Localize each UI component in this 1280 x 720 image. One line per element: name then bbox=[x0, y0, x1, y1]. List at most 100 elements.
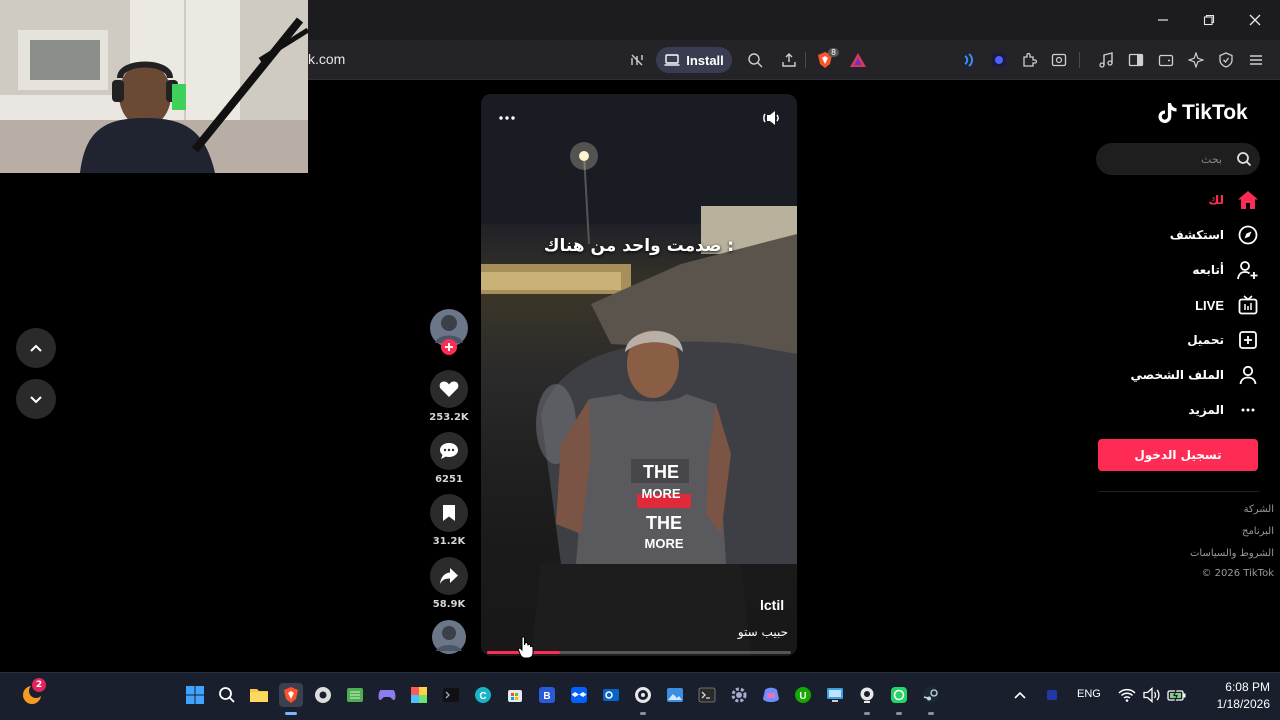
comment-action[interactable]: 6251 bbox=[430, 432, 468, 485]
taskbar-search-button[interactable] bbox=[215, 683, 239, 707]
reader-off-icon[interactable] bbox=[626, 50, 648, 70]
running-app-indicator bbox=[896, 712, 902, 715]
running-app-indicator bbox=[864, 712, 870, 715]
video-sound-button[interactable] bbox=[761, 109, 781, 131]
share-action[interactable]: 58.9K bbox=[430, 557, 468, 610]
search-button[interactable] bbox=[1236, 151, 1252, 171]
taskbar-app-terminal-dark[interactable] bbox=[439, 683, 463, 707]
share-page-icon[interactable] bbox=[778, 50, 800, 70]
system-clock[interactable]: 6:08 PM 1/18/2026 bbox=[1190, 679, 1270, 713]
save-button[interactable] bbox=[430, 494, 468, 532]
sidebar-item-label: الملف الشخصي bbox=[1130, 368, 1224, 382]
sidebar-item-live[interactable]: LIVE bbox=[1100, 291, 1260, 319]
video-player[interactable]: THE MORE THE MORE bbox=[481, 94, 797, 656]
sidebar-item-profile[interactable]: الملف الشخصي bbox=[1100, 361, 1260, 389]
author-avatar[interactable] bbox=[430, 309, 468, 355]
taskbar-app-chrome[interactable] bbox=[311, 683, 335, 707]
comment-button[interactable] bbox=[430, 432, 468, 470]
restore-button[interactable] bbox=[1197, 8, 1221, 32]
close-button[interactable] bbox=[1243, 8, 1267, 32]
reader-mode-icon[interactable] bbox=[1048, 50, 1070, 70]
sidebar-item-explore[interactable]: استكشف bbox=[1100, 221, 1260, 249]
brave-rewards-icon[interactable] bbox=[847, 50, 869, 70]
sidebar-item-following[interactable]: أتابعه bbox=[1100, 256, 1260, 284]
taskbar-app-whatsapp[interactable] bbox=[887, 683, 911, 715]
taskbar-app-terminal[interactable] bbox=[695, 683, 719, 707]
compass-icon bbox=[1236, 223, 1260, 247]
music-disc[interactable] bbox=[430, 620, 468, 658]
address-bar-url[interactable]: k.com bbox=[308, 51, 345, 67]
taskbar-app-camera[interactable] bbox=[855, 683, 879, 715]
taskbar-app-b[interactable]: B bbox=[535, 683, 559, 707]
taskbar-app-outlook[interactable] bbox=[599, 683, 623, 707]
live-icon bbox=[1236, 293, 1260, 317]
save-action[interactable]: 31.2K bbox=[430, 494, 468, 547]
taskbar-app-photos[interactable] bbox=[663, 683, 687, 707]
vpn-shield-icon[interactable] bbox=[1215, 50, 1237, 70]
sidebar-item-upload[interactable]: تحميل bbox=[1100, 326, 1260, 354]
more-icon bbox=[1236, 398, 1260, 422]
taskbar-file-explorer[interactable] bbox=[247, 683, 271, 707]
install-label: Install bbox=[686, 52, 724, 68]
comment-icon bbox=[440, 443, 458, 459]
language-indicator[interactable]: ENG bbox=[1077, 688, 1101, 700]
taskbar-app-store[interactable] bbox=[503, 683, 527, 707]
footer-copyright: © 2026 TikTok bbox=[1201, 568, 1275, 579]
like-button[interactable] bbox=[430, 370, 468, 408]
show-hidden-icons-button[interactable] bbox=[1008, 683, 1032, 707]
taskbar-app-steam[interactable] bbox=[919, 683, 943, 715]
search-icon bbox=[1237, 152, 1252, 167]
search-input[interactable] bbox=[1106, 143, 1222, 175]
previous-video-button[interactable] bbox=[16, 328, 56, 368]
extension-dark-icon[interactable] bbox=[988, 50, 1010, 70]
taskbar-app-colorful[interactable] bbox=[407, 683, 431, 707]
taskbar-app-monitor[interactable] bbox=[823, 683, 847, 707]
sidebar-toggle-icon[interactable] bbox=[1125, 50, 1147, 70]
footer-link-terms[interactable]: الشروط والسياسات bbox=[1150, 548, 1274, 559]
speaker-icon bbox=[1143, 687, 1160, 703]
video-more-options-button[interactable] bbox=[498, 110, 516, 130]
battery-status[interactable] bbox=[1165, 683, 1189, 707]
svg-text:MORE: MORE bbox=[642, 486, 681, 501]
svg-text:MORE: MORE bbox=[645, 536, 684, 551]
taskbar-brave-browser[interactable] bbox=[279, 683, 303, 715]
video-author-username[interactable]: lctil bbox=[760, 597, 784, 613]
terminal-icon bbox=[698, 687, 716, 703]
install-app-button[interactable]: Install bbox=[656, 47, 732, 73]
sidebar-item-more[interactable]: المزيد bbox=[1100, 396, 1260, 424]
wallet-icon[interactable] bbox=[1155, 50, 1177, 70]
footer-link-program[interactable]: البرنامج bbox=[1150, 526, 1274, 537]
leo-ai-icon[interactable] bbox=[1185, 50, 1207, 70]
taskbar-app-copilot[interactable] bbox=[759, 683, 783, 707]
taskbar-app-dropbox[interactable] bbox=[567, 683, 591, 707]
minimize-button[interactable] bbox=[1151, 8, 1175, 32]
paint-icon bbox=[411, 687, 427, 703]
zoom-icon[interactable] bbox=[744, 50, 766, 70]
footer-link-company[interactable]: الشركة bbox=[1150, 504, 1274, 515]
follow-button[interactable] bbox=[441, 339, 457, 355]
chat-icon bbox=[891, 687, 907, 703]
tray-app-icon[interactable] bbox=[1040, 683, 1064, 707]
taskbar-app-green[interactable] bbox=[343, 683, 367, 707]
weather-widget-icon[interactable]: 2 bbox=[20, 678, 46, 706]
sidebar-item-for-you[interactable]: لك bbox=[1100, 186, 1260, 214]
tiktok-logo[interactable]: TikTok bbox=[1158, 101, 1248, 125]
brave-shields-icon[interactable]: 8 bbox=[814, 48, 840, 70]
share-button[interactable] bbox=[430, 557, 468, 595]
login-button[interactable]: تسجيل الدخول bbox=[1098, 439, 1258, 471]
speechify-icon[interactable] bbox=[958, 50, 980, 70]
next-video-button[interactable] bbox=[16, 379, 56, 419]
search-box[interactable] bbox=[1096, 143, 1260, 175]
media-music-icon[interactable] bbox=[1095, 50, 1117, 70]
taskbar-app-settings[interactable] bbox=[727, 683, 751, 707]
like-action[interactable]: 253.2K bbox=[429, 370, 469, 423]
extensions-puzzle-icon[interactable] bbox=[1018, 50, 1040, 70]
menu-hamburger-icon[interactable] bbox=[1245, 50, 1267, 70]
taskbar-app-canva[interactable]: C bbox=[471, 683, 495, 707]
taskbar-app-obs[interactable] bbox=[631, 683, 655, 715]
taskbar-app-gamepad[interactable] bbox=[375, 683, 399, 707]
volume-status[interactable] bbox=[1140, 683, 1164, 707]
wifi-status[interactable] bbox=[1115, 683, 1139, 707]
taskbar-app-upwork[interactable]: U bbox=[791, 683, 815, 707]
start-button[interactable] bbox=[183, 683, 207, 707]
